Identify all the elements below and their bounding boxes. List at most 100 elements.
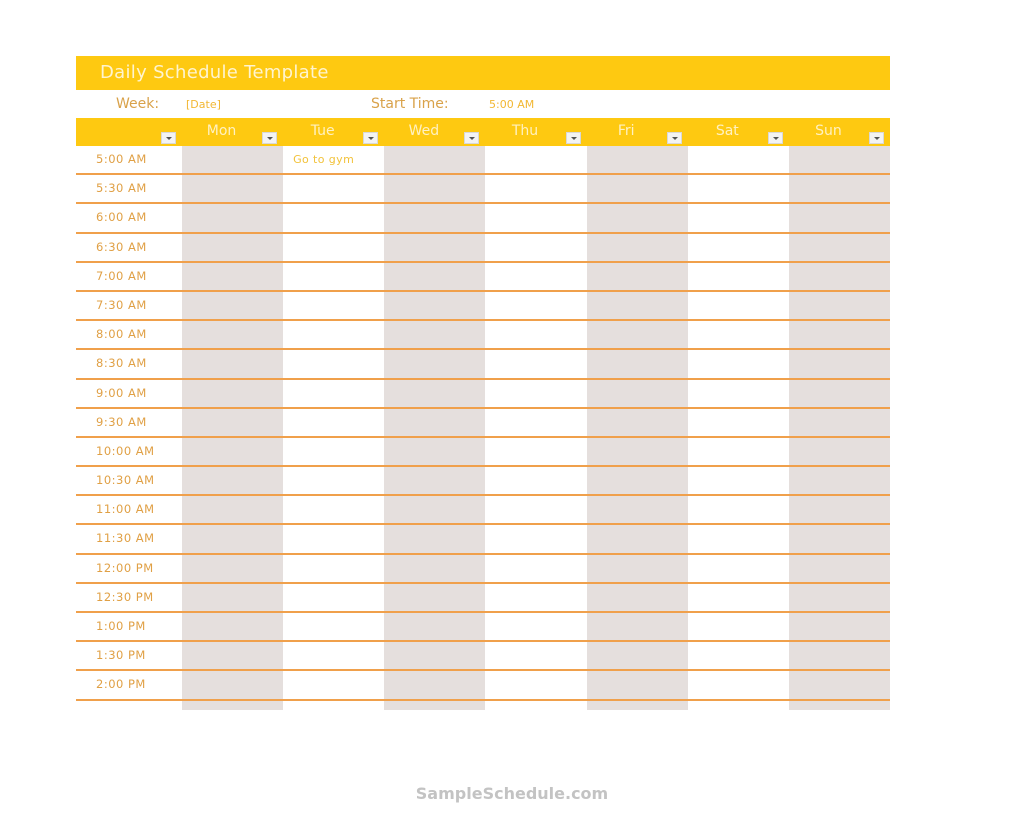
schedule-cell[interactable] bbox=[283, 555, 384, 582]
schedule-cell[interactable] bbox=[788, 146, 890, 174]
schedule-cell[interactable] bbox=[384, 408, 486, 436]
schedule-cell[interactable] bbox=[788, 613, 890, 641]
schedule-cell[interactable] bbox=[181, 262, 284, 290]
schedule-cell[interactable] bbox=[384, 350, 486, 378]
schedule-cell[interactable] bbox=[384, 583, 486, 611]
schedule-cell[interactable] bbox=[688, 380, 789, 407]
schedule-cell[interactable] bbox=[586, 467, 688, 495]
schedule-cell[interactable] bbox=[485, 613, 586, 640]
schedule-cell[interactable] bbox=[788, 204, 890, 232]
schedule-cell[interactable] bbox=[283, 350, 384, 377]
schedule-cell[interactable] bbox=[283, 642, 384, 669]
filter-dropdown-icon[interactable] bbox=[565, 132, 581, 144]
schedule-cell[interactable] bbox=[688, 321, 789, 348]
schedule-cell[interactable] bbox=[283, 671, 384, 698]
schedule-cell[interactable] bbox=[688, 642, 789, 669]
schedule-cell[interactable] bbox=[384, 175, 486, 203]
schedule-cell[interactable] bbox=[283, 263, 384, 290]
schedule-cell[interactable] bbox=[788, 262, 890, 290]
schedule-cell[interactable] bbox=[688, 438, 789, 465]
schedule-cell[interactable] bbox=[586, 554, 688, 582]
schedule-cell[interactable] bbox=[283, 409, 384, 436]
schedule-cell[interactable] bbox=[688, 175, 789, 202]
schedule-cell[interactable] bbox=[485, 380, 586, 407]
schedule-cell[interactable] bbox=[788, 437, 890, 466]
filter-dropdown-icon[interactable] bbox=[767, 132, 783, 144]
schedule-cell[interactable] bbox=[788, 350, 890, 378]
schedule-cell[interactable] bbox=[181, 437, 284, 466]
schedule-cell[interactable] bbox=[181, 671, 284, 699]
schedule-cell[interactable] bbox=[485, 525, 586, 552]
schedule-cell[interactable] bbox=[485, 642, 586, 669]
schedule-cell[interactable] bbox=[283, 467, 384, 494]
filter-dropdown-icon[interactable] bbox=[869, 132, 885, 144]
schedule-cell[interactable] bbox=[181, 408, 284, 436]
schedule-cell[interactable] bbox=[485, 146, 586, 173]
schedule-cell[interactable] bbox=[485, 496, 586, 523]
schedule-cell[interactable] bbox=[384, 262, 486, 290]
schedule-cell[interactable] bbox=[485, 292, 586, 319]
schedule-cell[interactable] bbox=[384, 204, 486, 232]
schedule-cell[interactable] bbox=[384, 525, 486, 553]
schedule-cell[interactable] bbox=[485, 584, 586, 611]
schedule-cell[interactable] bbox=[181, 321, 284, 349]
schedule-cell[interactable] bbox=[384, 437, 486, 466]
schedule-cell[interactable] bbox=[384, 379, 486, 407]
schedule-cell[interactable] bbox=[283, 613, 384, 640]
schedule-cell[interactable] bbox=[181, 291, 284, 320]
schedule-cell[interactable] bbox=[181, 642, 284, 670]
schedule-cell[interactable] bbox=[485, 409, 586, 436]
schedule-cell[interactable] bbox=[384, 642, 486, 670]
schedule-cell[interactable] bbox=[283, 321, 384, 348]
schedule-cell[interactable] bbox=[384, 496, 486, 524]
schedule-cell[interactable] bbox=[586, 233, 688, 261]
schedule-cell[interactable] bbox=[788, 554, 890, 582]
schedule-cell[interactable] bbox=[384, 467, 486, 495]
schedule-cell[interactable] bbox=[688, 146, 789, 173]
schedule-cell[interactable] bbox=[485, 438, 586, 465]
schedule-cell[interactable] bbox=[788, 321, 890, 349]
schedule-cell[interactable] bbox=[485, 175, 586, 202]
schedule-cell[interactable] bbox=[788, 233, 890, 261]
schedule-cell[interactable] bbox=[788, 583, 890, 611]
schedule-cell[interactable] bbox=[688, 467, 789, 494]
schedule-cell[interactable] bbox=[788, 291, 890, 320]
schedule-cell[interactable] bbox=[485, 204, 586, 231]
schedule-cell[interactable] bbox=[586, 642, 688, 670]
schedule-cell[interactable] bbox=[384, 146, 486, 174]
schedule-cell[interactable] bbox=[586, 613, 688, 641]
schedule-cell[interactable] bbox=[283, 204, 384, 231]
schedule-cell[interactable] bbox=[688, 409, 789, 436]
schedule-cell[interactable] bbox=[485, 671, 586, 698]
schedule-cell[interactable] bbox=[788, 671, 890, 699]
schedule-cell[interactable] bbox=[788, 467, 890, 495]
schedule-cell[interactable] bbox=[688, 613, 789, 640]
schedule-cell[interactable] bbox=[283, 584, 384, 611]
schedule-cell[interactable] bbox=[586, 175, 688, 203]
schedule-cell[interactable] bbox=[688, 350, 789, 377]
schedule-cell[interactable] bbox=[283, 496, 384, 523]
schedule-cell[interactable] bbox=[788, 408, 890, 436]
schedule-cell[interactable] bbox=[586, 146, 688, 174]
schedule-cell[interactable] bbox=[384, 554, 486, 582]
start-time-value[interactable]: 5:00 AM bbox=[489, 98, 534, 111]
schedule-cell[interactable] bbox=[384, 321, 486, 349]
schedule-cell[interactable] bbox=[181, 496, 284, 524]
schedule-cell[interactable] bbox=[181, 583, 284, 611]
filter-dropdown-icon[interactable] bbox=[363, 132, 379, 144]
schedule-cell[interactable] bbox=[181, 175, 284, 203]
schedule-cell[interactable] bbox=[586, 379, 688, 407]
filter-dropdown-icon[interactable] bbox=[160, 132, 176, 144]
week-value[interactable]: [Date] bbox=[186, 98, 221, 111]
schedule-cell[interactable] bbox=[283, 292, 384, 319]
schedule-cell[interactable] bbox=[181, 146, 284, 174]
schedule-cell[interactable] bbox=[181, 525, 284, 553]
schedule-cell[interactable] bbox=[788, 175, 890, 203]
schedule-cell[interactable] bbox=[688, 525, 789, 552]
schedule-cell[interactable] bbox=[688, 234, 789, 261]
schedule-cell[interactable] bbox=[485, 555, 586, 582]
schedule-cell[interactable] bbox=[485, 467, 586, 494]
schedule-cell[interactable] bbox=[586, 204, 688, 232]
schedule-cell[interactable] bbox=[283, 234, 384, 261]
schedule-cell[interactable]: Go to gym bbox=[283, 146, 384, 173]
